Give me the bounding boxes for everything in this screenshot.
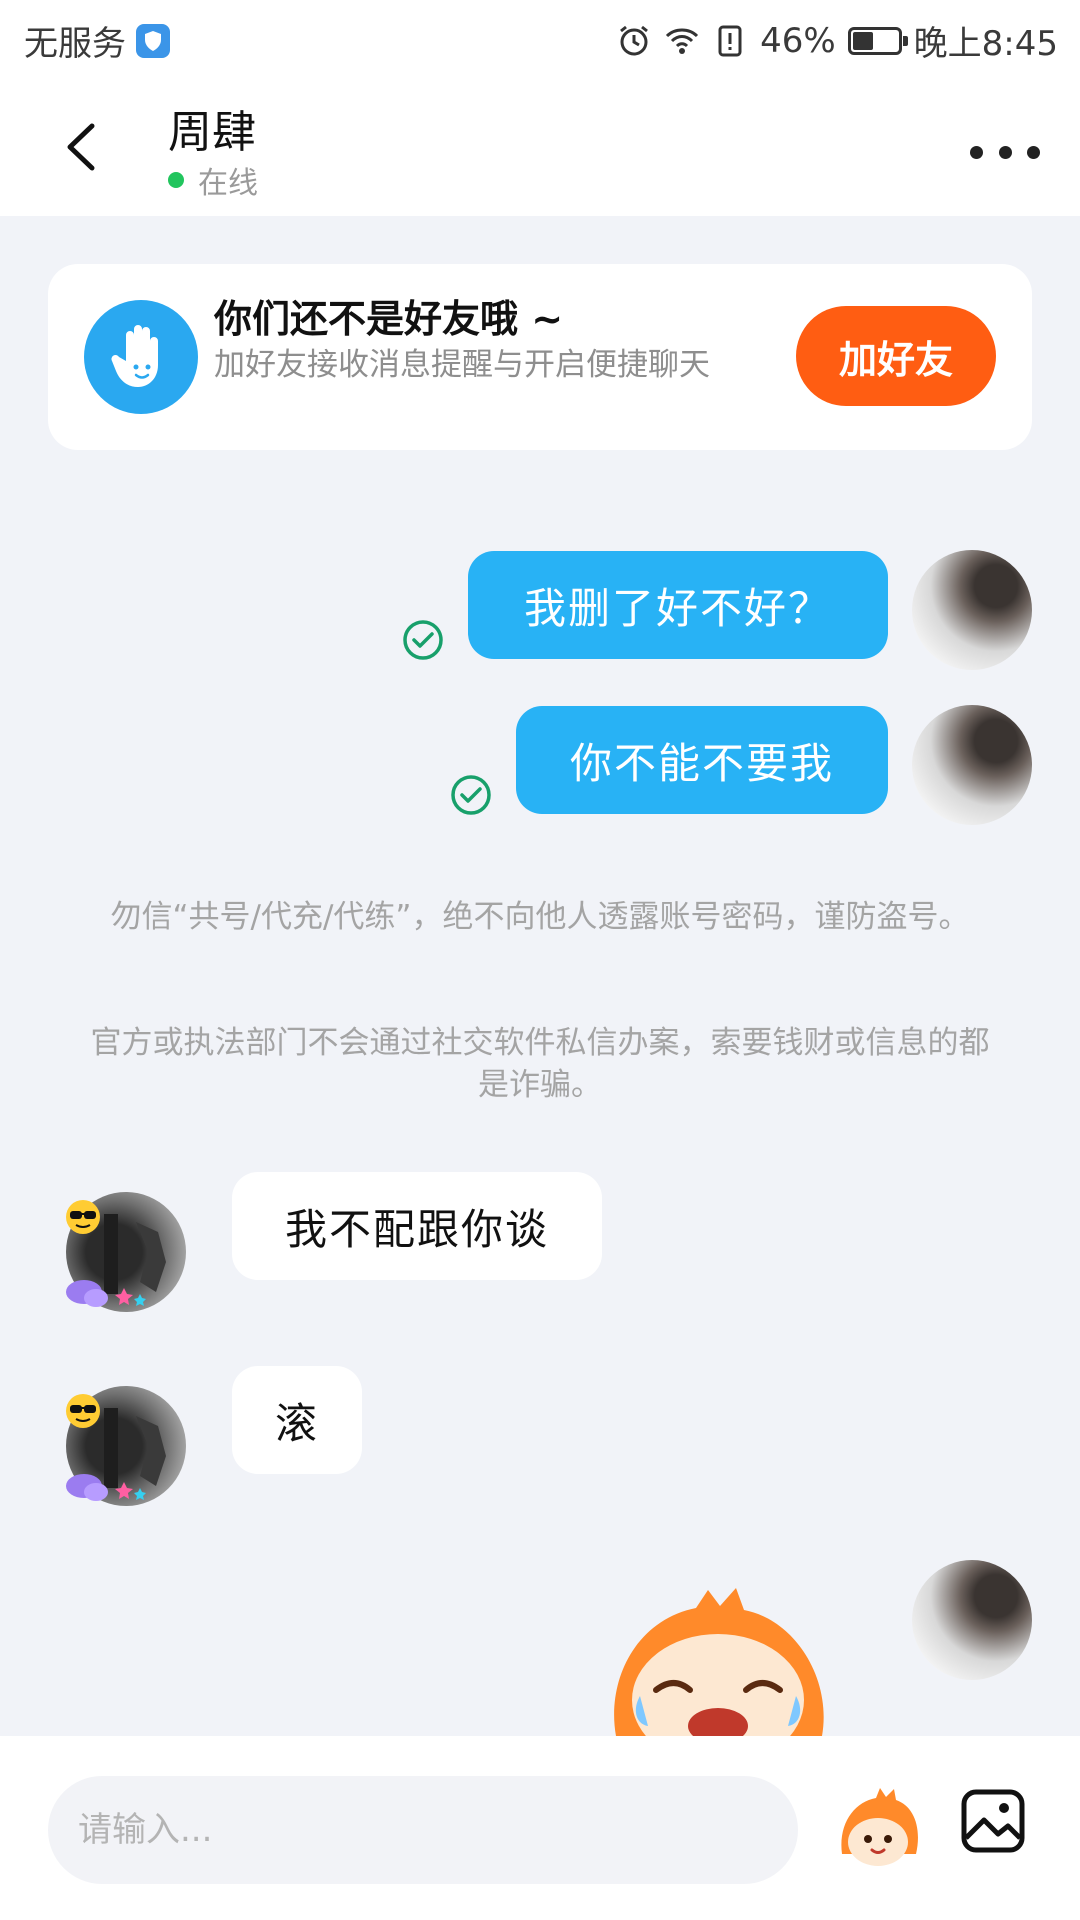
online-dot-icon [168,172,184,188]
back-icon[interactable] [48,112,118,182]
alarm-icon [620,25,648,55]
add-friend-button[interactable]: 加好友 [796,306,996,406]
online-status-text: 在线 [198,166,258,201]
my-avatar[interactable] [912,1560,1032,1680]
chat-header: 周肆 在线 [0,76,1080,216]
battery-percent: 46% [760,20,836,61]
message-input[interactable] [48,1776,798,1884]
my-avatar[interactable] [912,550,1032,670]
avatar-decoration-icon [66,1280,146,1307]
fraud-notice: 官方或执法部门不会通过社交软件私信办案，索要钱财或信息的都是诈骗。 [90,1025,990,1103]
battery-icon [847,26,908,55]
avatar-decoration-icon [66,1474,146,1501]
online-status: 在线 [168,158,258,202]
sticker-icon[interactable] [832,1784,924,1876]
battery-level [852,31,873,50]
crying-sticker-icon[interactable] [596,1580,840,1736]
my-avatar[interactable] [912,705,1032,825]
message-bubble-out[interactable]: 你不能不要我 [516,706,888,814]
safety-notice: 勿信“共号/代充/代练”，绝不向他人透露账号密码，谨防盗号。 [110,899,970,935]
message-bubble-in[interactable]: 滚 [232,1366,362,1474]
status-bar: 无服务 46% 晚上8:45 [0,0,1080,76]
input-bar [0,1736,1080,1920]
contact-name: 周肆 [168,107,256,158]
add-friend-card: 你们还不是好友哦 ~ 加好友接收消息提醒与开启便捷聊天 加好友 [48,264,1032,450]
sim-alert-icon [718,25,742,56]
carrier-text: 无服务 [24,24,126,64]
hand-icon [84,300,198,414]
friend-card-description: 加好友接收消息提醒与开启便捷聊天 [214,347,710,383]
shield-icon [136,23,170,58]
clock: 晚上8:45 [913,24,1058,64]
image-icon[interactable] [958,1786,1028,1856]
message-bubble-in[interactable]: 我不配跟你谈 [232,1172,602,1280]
read-check-icon [403,620,443,660]
more-icon[interactable] [970,132,1040,172]
read-check-icon [451,775,491,815]
message-bubble-out[interactable]: 我删了好不好？ [468,551,888,659]
wifi-icon [666,28,699,54]
sunglasses-emoji-icon [66,1200,100,1234]
sunglasses-emoji-icon [66,1394,100,1428]
friend-card-title: 你们还不是好友哦 ~ [214,297,564,341]
